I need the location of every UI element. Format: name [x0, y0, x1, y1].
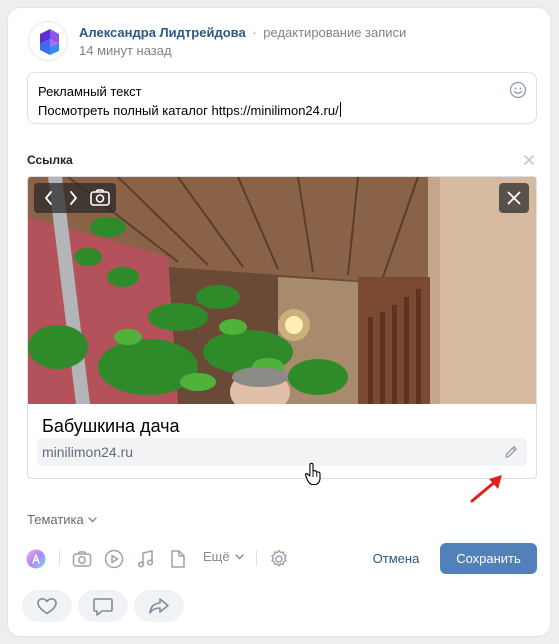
- topic-label: Тематика: [27, 512, 84, 527]
- remove-attachment-button[interactable]: [499, 183, 529, 213]
- close-icon: [507, 191, 521, 205]
- post-time[interactable]: 14 минут назад: [79, 43, 172, 58]
- avatar[interactable]: [28, 21, 68, 61]
- edit-status: редактирование записи: [263, 25, 407, 40]
- link-preview-image[interactable]: [28, 177, 536, 404]
- emoji-icon[interactable]: [509, 81, 527, 99]
- red-arrow-annotation-icon: [470, 475, 502, 503]
- link-section-label: Ссылка: [27, 153, 73, 167]
- comment-icon: [93, 598, 113, 616]
- topic-selector[interactable]: Тематика: [27, 512, 97, 527]
- hand-cursor-icon: [304, 462, 321, 486]
- comment-button[interactable]: [78, 590, 128, 622]
- post-text-line-content: Посмотреть полный каталог https://minili…: [38, 103, 339, 118]
- author-name[interactable]: Александра Лидтрейдова: [79, 25, 246, 40]
- camera-icon[interactable]: [71, 548, 93, 570]
- chevron-down-icon: [235, 554, 244, 560]
- chevron-left-icon[interactable]: [38, 183, 60, 213]
- link-title[interactable]: Бабушкина дача: [42, 416, 180, 437]
- camera-icon[interactable]: [88, 183, 112, 213]
- pencil-icon[interactable]: [503, 444, 519, 460]
- toolbar-divider: [59, 550, 60, 566]
- chevron-down-icon: [88, 517, 97, 523]
- toolbar-divider: [256, 550, 257, 566]
- link-url-field[interactable]: minilimon24.ru: [37, 438, 527, 466]
- chevron-right-icon[interactable]: [62, 183, 84, 213]
- post-edit-card: Александра Лидтрейдова · редактирование …: [8, 8, 550, 636]
- cancel-button[interactable]: Отмена: [356, 543, 436, 574]
- post-text-line: Рекламный текст: [38, 84, 142, 99]
- document-icon[interactable]: [167, 548, 189, 570]
- save-button[interactable]: Сохранить: [440, 543, 537, 574]
- ai-icon[interactable]: [25, 548, 47, 570]
- link-attachment: Бабушкина дача minilimon24.ru: [27, 176, 537, 479]
- header-separator: ·: [252, 25, 257, 40]
- share-icon: [149, 598, 169, 614]
- like-icon: [37, 598, 57, 615]
- post-text-editor[interactable]: Рекламный текст Посмотреть полный катало…: [27, 72, 537, 124]
- link-url: minilimon24.ru: [42, 444, 134, 460]
- photo-nav-controls: [34, 183, 116, 213]
- gear-icon[interactable]: [268, 548, 290, 570]
- like-button[interactable]: [22, 590, 72, 622]
- share-button[interactable]: [134, 590, 184, 622]
- video-icon[interactable]: [103, 548, 125, 570]
- text-caret: [339, 102, 341, 117]
- close-icon[interactable]: [522, 153, 536, 167]
- music-icon[interactable]: [135, 548, 157, 570]
- post-header: Александра Лидтрейдова · редактирование …: [79, 25, 406, 40]
- more-label: Ещё: [203, 549, 230, 564]
- brand-logo-icon: [40, 29, 59, 55]
- post-text-line: Посмотреть полный каталог https://minili…: [38, 101, 526, 120]
- more-attachments-button[interactable]: Ещё: [203, 549, 244, 564]
